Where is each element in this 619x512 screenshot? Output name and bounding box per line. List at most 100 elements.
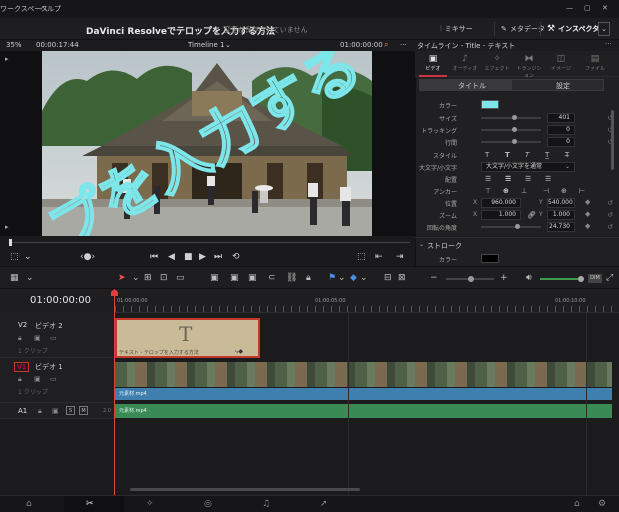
stroke-color-swatch[interactable] — [481, 254, 499, 263]
rotation-input[interactable]: 24.730 — [547, 222, 575, 232]
tab-effects[interactable]: ✧ エフェクト — [483, 53, 511, 72]
keyframe-icon[interactable]: ◆ — [585, 222, 590, 230]
track-lock-icon[interactable]: 🔒︎ — [38, 407, 42, 416]
anchor-bottom-icon[interactable]: ⊥ — [521, 187, 527, 195]
inspector-scrollbar[interactable] — [611, 110, 614, 170]
first-frame-icon[interactable]: ⏮ — [150, 252, 158, 262]
close-icon[interactable]: ✕ — [602, 4, 608, 12]
scrub-playhead[interactable] — [9, 239, 12, 246]
dynamic-trim-icon[interactable]: ⊡ — [160, 273, 168, 283]
color-page-icon[interactable]: ◎ — [204, 499, 212, 509]
zoom-y-input[interactable]: 1.000 — [547, 210, 575, 220]
linespacing-slider[interactable] — [481, 141, 541, 143]
match-frame-icon[interactable]: ⬚ — [357, 252, 366, 262]
style-bold-icon[interactable]: T — [505, 151, 510, 159]
video-frame[interactable]: プを入力する — [42, 51, 372, 236]
deliver-page-icon[interactable]: ➚ — [320, 499, 328, 509]
track-lock-icon[interactable]: 🔒︎ — [18, 375, 22, 384]
track-header-a1[interactable]: A1 🔒︎ ▣ S M 2.0 — [0, 403, 115, 419]
track-lock-icon[interactable]: 🔒︎ — [18, 334, 22, 343]
collapse-button[interactable]: ⌄ — [598, 22, 610, 36]
subtab-settings[interactable]: 設定 — [556, 81, 570, 91]
linespacing-input[interactable]: 0 — [547, 137, 575, 147]
volume-slider-knob[interactable] — [578, 276, 584, 282]
sidebar-toggle-icon[interactable]: ▸ — [5, 55, 9, 63]
video-clip-thumbnails[interactable] — [115, 362, 612, 387]
align-justify-icon[interactable]: ☰ — [545, 175, 551, 183]
timeline-ruler[interactable]: 01:00:00:00 01:00:05:00 01:00:10:00 — [115, 289, 619, 313]
viewer-options-icon[interactable]: ▸ — [5, 223, 9, 231]
keyframe-icon[interactable]: ◆ — [585, 198, 590, 206]
timeline-dropdown-icon[interactable]: ⌄ — [225, 41, 231, 49]
edit-page-icon[interactable]: ✂ — [86, 499, 94, 509]
fairlight-page-icon[interactable]: ♫ — [262, 499, 270, 509]
linespacing-slider-knob[interactable] — [512, 139, 517, 144]
last-frame-icon[interactable]: ⏭ — [214, 252, 222, 262]
anchor-top-icon[interactable]: ⊤ — [485, 187, 491, 195]
tab-file[interactable]: ▤ ファイル — [581, 53, 609, 72]
snapping-icon[interactable]: ⊂ — [268, 273, 276, 283]
tracking-input[interactable]: 0 — [547, 125, 575, 135]
rotation-slider[interactable] — [481, 226, 541, 228]
expand-icon[interactable]: ⤢ — [606, 273, 613, 283]
chevron-down-icon[interactable]: ⌄ — [565, 163, 570, 170]
playhead-handle[interactable] — [111, 290, 118, 296]
style-italic-icon[interactable]: T — [525, 151, 529, 159]
subtab-title[interactable]: タイトル — [458, 81, 486, 91]
size-input[interactable]: 401 — [547, 113, 575, 123]
title-clip[interactable]: T テキスト - テロップを入力する方法 ⤷◆ — [115, 318, 260, 358]
rotation-slider-knob[interactable] — [515, 224, 520, 229]
position-lock-icon[interactable]: 🔒︎ — [306, 273, 311, 283]
style-normal-icon[interactable]: T — [485, 151, 489, 159]
zoom-x-input[interactable]: 1.000 — [481, 210, 521, 220]
track-visibility-icon[interactable]: ▭ — [50, 334, 57, 342]
anchor-right-icon[interactable]: ⊢ — [579, 187, 585, 195]
chevron-down-icon[interactable]: ⌄ — [360, 273, 368, 283]
mixer-button[interactable]: ⫶ ミキサー — [440, 22, 473, 36]
reset-icon[interactable]: ↺ — [607, 199, 613, 207]
fusion-page-icon[interactable]: ✧ — [146, 499, 154, 509]
loop-icon[interactable]: ⟲ — [232, 252, 240, 262]
case-select[interactable]: 大文字/小文字を通常 — [481, 162, 575, 172]
size-slider-knob[interactable] — [512, 115, 517, 120]
link-icon[interactable]: 🔗︎ — [527, 211, 536, 219]
speaker-icon[interactable]: 🔊︎ — [526, 273, 532, 283]
tracking-slider[interactable] — [481, 129, 541, 131]
replace-icon[interactable]: ▣ — [248, 273, 257, 283]
video-clip-audio[interactable]: 元素材.mp4 — [115, 388, 612, 400]
blade-tool-icon[interactable]: ▭ — [176, 273, 185, 283]
menu-help[interactable]: ヘルプ — [40, 4, 61, 14]
minimize-icon[interactable]: — — [566, 4, 573, 12]
reset-icon[interactable]: ↺ — [607, 211, 613, 219]
maximize-icon[interactable]: ▢ — [584, 4, 591, 12]
tab-transition[interactable]: ⧓ トランジション — [515, 53, 543, 79]
anchor-left-icon[interactable]: ⊣ — [543, 187, 549, 195]
align-center-icon[interactable]: ☰ — [505, 175, 511, 183]
timeline-scrollbar[interactable] — [130, 488, 360, 491]
chevron-down-icon[interactable]: ⌄ — [338, 273, 346, 283]
tab-video[interactable]: ▣ ビデオ — [419, 53, 447, 72]
tracking-slider-knob[interactable] — [512, 127, 517, 132]
stroke-section-header[interactable]: ⌄ ストローク — [415, 240, 619, 252]
zoom-plus-icon[interactable]: + — [500, 273, 508, 283]
layout-icon[interactable]: ▦ — [10, 273, 19, 283]
position-y-input[interactable]: 540.000 — [547, 198, 575, 208]
metadata-button[interactable]: ✎ メタデータ — [494, 22, 545, 36]
trim-tool-icon[interactable]: ⊞ — [144, 273, 152, 283]
timeline-name[interactable]: Timeline 1 — [188, 41, 224, 49]
zoom-slider-knob[interactable] — [468, 276, 474, 282]
overwrite-icon[interactable]: ▣ — [230, 273, 239, 283]
track-autoselect-icon[interactable]: ▣ — [34, 375, 41, 383]
speech-icon[interactable]: ⌕ — [384, 40, 388, 50]
play-reverse-icon[interactable]: ◀ — [168, 252, 175, 262]
tab-image[interactable]: ◫ イメージ — [547, 53, 575, 72]
track-autoselect-icon[interactable]: ▣ — [34, 334, 41, 342]
marker-icon[interactable]: ◆ — [350, 273, 357, 283]
stop-icon[interactable]: ■ — [184, 252, 193, 262]
zoom-out-icon[interactable]: ⊟ — [384, 273, 392, 283]
anchor-middle-icon[interactable]: ⊕ — [503, 187, 509, 195]
track-header-v2[interactable]: V2 ビデオ 2 🔒︎ ▣ ▭ 1 クリップ — [0, 313, 115, 358]
home-icon[interactable]: ⌂ — [574, 499, 580, 509]
loop-mode-icon[interactable]: ‹●› — [80, 252, 95, 262]
tab-audio[interactable]: ♪ オーディオ — [451, 53, 479, 72]
